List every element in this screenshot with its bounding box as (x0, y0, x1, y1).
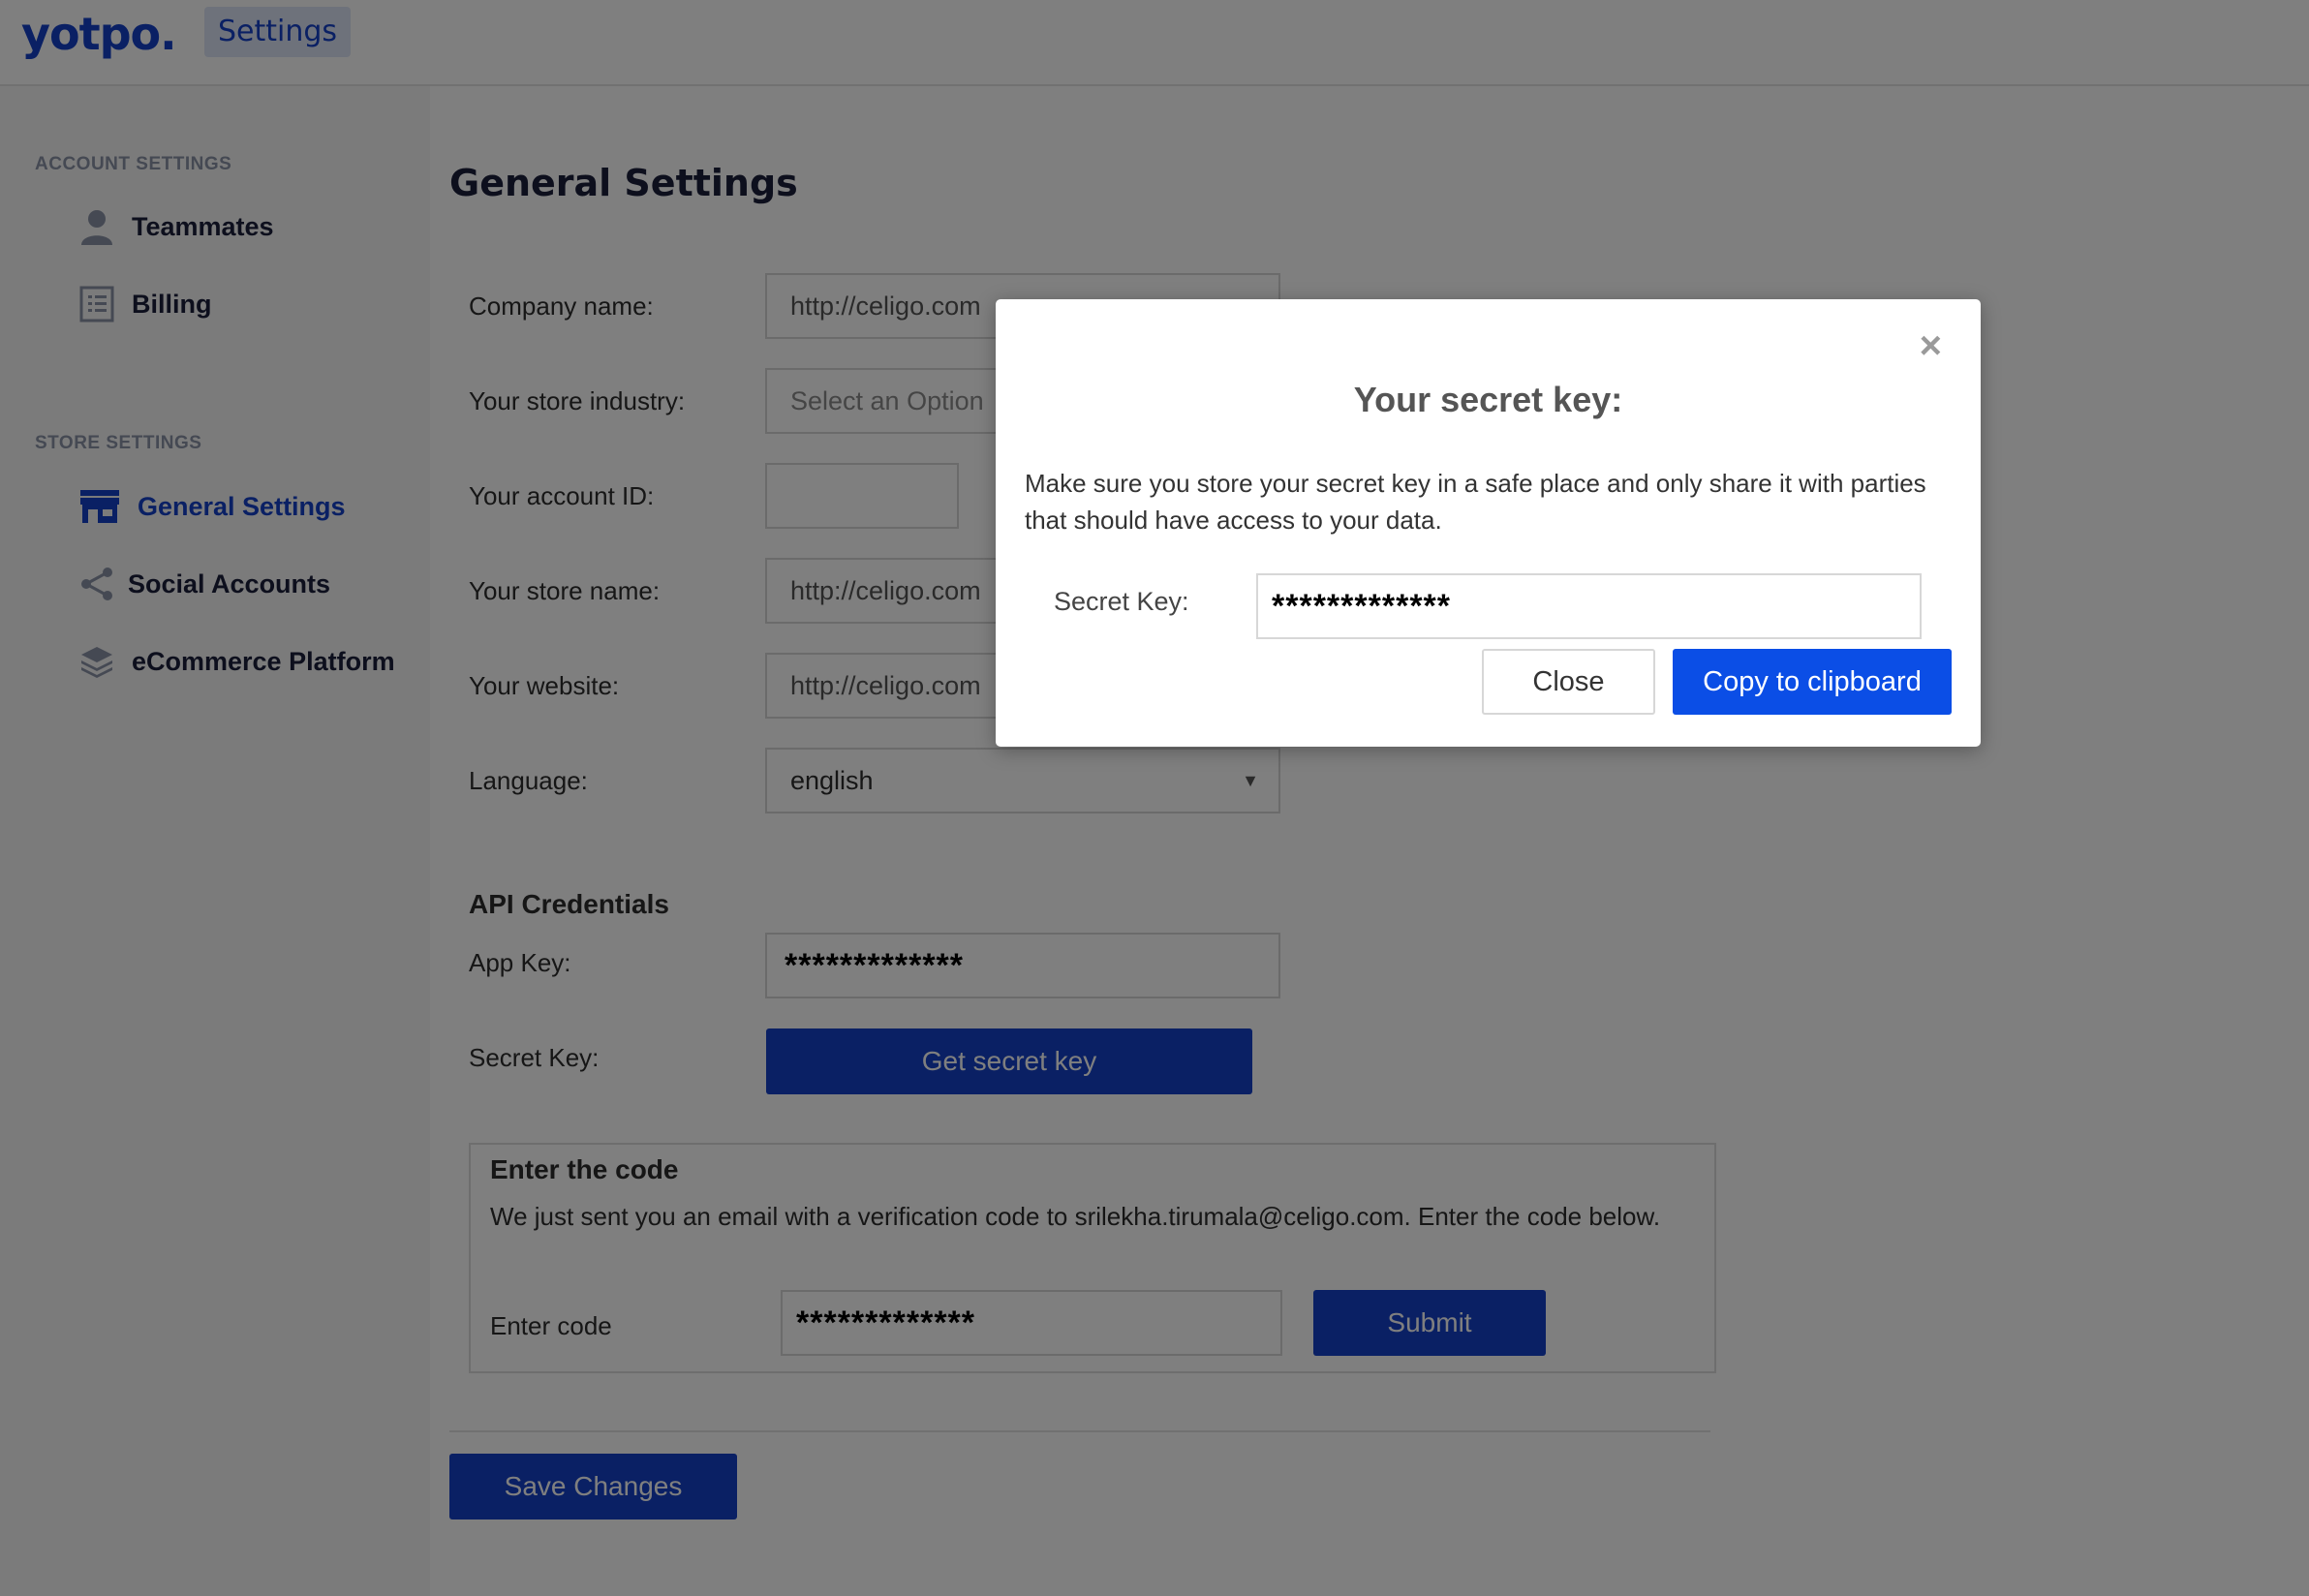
copy-to-clipboard-button[interactable]: Copy to clipboard (1673, 649, 1952, 715)
modal-secret-key-value: ************* (1272, 588, 1452, 625)
close-icon[interactable]: × (1920, 324, 1942, 368)
modal-title: Your secret key: (1353, 380, 1623, 419)
modal-message: Make sure you store your secret key in a… (1025, 469, 1926, 535)
modal-overlay[interactable] (0, 0, 2309, 1596)
secret-key-modal: × Your secret key: Make sure you store y… (996, 299, 1981, 747)
modal-secret-key-field[interactable]: ************* (1256, 573, 1922, 639)
modal-secret-key-label: Secret Key: (1054, 587, 1189, 616)
close-button[interactable]: Close (1482, 649, 1655, 715)
